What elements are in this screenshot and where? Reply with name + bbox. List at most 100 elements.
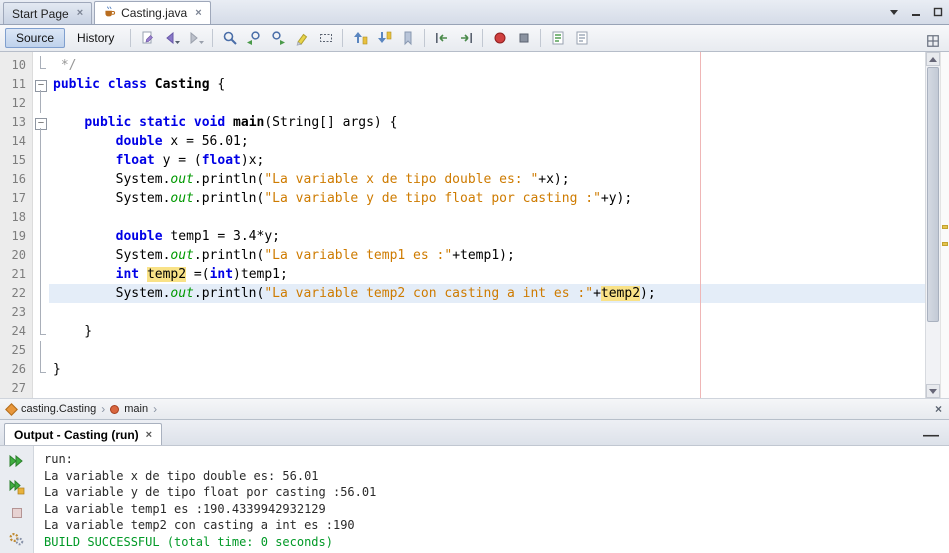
code-line[interactable]: 16 System.out.println("La variable x de …	[0, 170, 949, 189]
code-line[interactable]: 26}	[0, 360, 949, 379]
code-text	[49, 303, 949, 322]
method-icon	[110, 405, 119, 414]
output-tab-label: Output - Casting (run)	[14, 428, 139, 442]
close-icon[interactable]: ×	[195, 8, 201, 19]
find-next-icon[interactable]	[266, 27, 289, 49]
record-macro-icon[interactable]	[488, 27, 511, 49]
close-icon[interactable]: ×	[935, 402, 942, 416]
code-line[interactable]: 21 int temp2 =(int)temp1;	[0, 265, 949, 284]
line-number: 27	[0, 379, 33, 398]
code-text: double temp1 = 3.4*y;	[49, 227, 949, 246]
fold-margin	[33, 379, 49, 398]
stop-macro-icon[interactable]	[512, 27, 535, 49]
shift-right-icon[interactable]	[454, 27, 477, 49]
code-line[interactable]: 20 System.out.println("La variable temp1…	[0, 246, 949, 265]
editor-grid-icon[interactable]	[921, 30, 944, 52]
code-text: float y = (float)x;	[49, 151, 949, 170]
code-line[interactable]: 10 */	[0, 56, 949, 75]
minimize-icon[interactable]: —	[923, 427, 939, 445]
comment-icon[interactable]	[546, 27, 569, 49]
netbeans-window: Start Page × Casting.java × Source Histo…	[0, 0, 949, 553]
line-number: 21	[0, 265, 33, 284]
fold-margin	[33, 265, 49, 284]
uncomment-icon[interactable]	[570, 27, 593, 49]
next-bookmark-icon[interactable]	[372, 27, 395, 49]
occurrence-mark[interactable]	[942, 242, 948, 246]
line-number: 13	[0, 113, 33, 132]
previous-bookmark-icon[interactable]	[348, 27, 371, 49]
line-number: 26	[0, 360, 33, 379]
fold-margin	[33, 322, 49, 341]
line-number: 14	[0, 132, 33, 151]
code-line[interactable]: 17 System.out.println("La variable y de …	[0, 189, 949, 208]
code-fold-toggle-icon[interactable]	[33, 75, 49, 94]
toggle-highlight-icon[interactable]	[290, 27, 313, 49]
output-line: La variable temp1 es :190.4339942932129	[44, 501, 939, 518]
code-line[interactable]: 25	[0, 341, 949, 360]
editor-vertical-scrollbar[interactable]	[925, 52, 940, 398]
tab-start-page[interactable]: Start Page ×	[3, 2, 92, 24]
rerun-with-options-icon[interactable]	[6, 477, 28, 496]
scroll-down-icon[interactable]	[926, 384, 940, 398]
code-text: public class Casting {	[49, 75, 949, 94]
rerun-icon[interactable]	[6, 451, 28, 470]
code-fold-toggle-icon[interactable]	[33, 113, 49, 132]
breadcrumb-item-class[interactable]: casting.Casting	[21, 403, 96, 415]
code-line[interactable]: 14 double x = 56.01;	[0, 132, 949, 151]
breadcrumb-item-method[interactable]: main	[124, 403, 148, 415]
forward-icon[interactable]	[184, 27, 207, 49]
back-icon[interactable]	[160, 27, 183, 49]
settings-icon[interactable]	[6, 530, 28, 549]
line-number: 23	[0, 303, 33, 322]
code-line[interactable]: 18	[0, 208, 949, 227]
line-number: 10	[0, 56, 33, 75]
minimize-icon[interactable]	[909, 5, 923, 19]
maximize-icon[interactable]	[931, 5, 945, 19]
code-line[interactable]: 12	[0, 94, 949, 113]
code-line[interactable]: 22 System.out.println("La variable temp2…	[0, 284, 949, 303]
scroll-up-icon[interactable]	[926, 52, 940, 66]
code-line[interactable]: 11public class Casting {	[0, 75, 949, 94]
code-line[interactable]: 24 }	[0, 322, 949, 341]
code-line[interactable]: 19 double temp1 = 3.4*y;	[0, 227, 949, 246]
code-line[interactable]: 27	[0, 379, 949, 398]
toolbar-separator	[212, 29, 213, 47]
rectangular-selection-icon[interactable]	[314, 27, 337, 49]
fold-margin	[33, 151, 49, 170]
stop-icon[interactable]	[6, 504, 28, 523]
line-number: 24	[0, 322, 33, 341]
tab-list-icon[interactable]	[887, 5, 901, 19]
code-line[interactable]: 13 public static void main(String[] args…	[0, 113, 949, 132]
scrollbar-thumb[interactable]	[927, 67, 939, 322]
find-icon[interactable]	[218, 27, 241, 49]
fold-margin	[33, 360, 49, 379]
shift-left-icon[interactable]	[430, 27, 453, 49]
code-line[interactable]: 15 float y = (float)x;	[0, 151, 949, 170]
code-line[interactable]: 23	[0, 303, 949, 322]
close-icon[interactable]: ×	[146, 429, 152, 441]
breadcrumb: casting.Casting › main › ×	[0, 398, 949, 420]
document-tabbar: Start Page × Casting.java ×	[0, 0, 949, 25]
code-text: int temp2 =(int)temp1;	[49, 265, 949, 284]
output-text[interactable]: run:La variable x de tipo double es: 56.…	[34, 446, 949, 553]
line-number: 25	[0, 341, 33, 360]
line-number: 19	[0, 227, 33, 246]
code-editor[interactable]: 10 */11public class Casting {1213 public…	[0, 52, 949, 398]
code-text: */	[49, 56, 949, 75]
output-panel: run:La variable x de tipo double es: 56.…	[0, 446, 949, 553]
code-text: }	[49, 322, 949, 341]
tab-casting-java[interactable]: Casting.java ×	[94, 1, 210, 24]
source-button[interactable]: Source	[5, 28, 65, 48]
history-button[interactable]: History	[66, 28, 125, 48]
toggle-bookmark-icon[interactable]	[396, 27, 419, 49]
code-text: System.out.println("La variable x de tip…	[49, 170, 949, 189]
output-tab[interactable]: Output - Casting (run) ×	[4, 423, 162, 445]
occurrence-mark[interactable]	[942, 225, 948, 229]
close-icon[interactable]: ×	[77, 8, 83, 19]
last-edit-location-icon[interactable]	[136, 27, 159, 49]
fold-margin	[33, 208, 49, 227]
toolbar-separator	[482, 29, 483, 47]
error-stripe[interactable]	[940, 52, 949, 398]
find-previous-icon[interactable]	[242, 27, 265, 49]
line-number: 12	[0, 94, 33, 113]
